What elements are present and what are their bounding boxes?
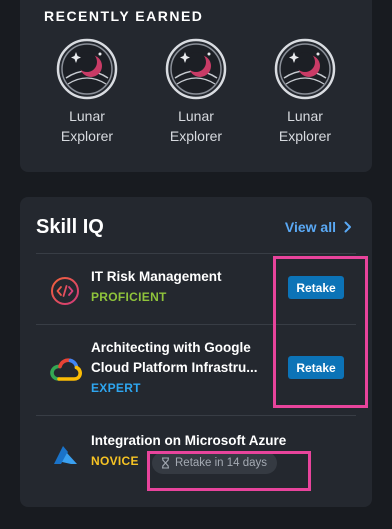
badge-item[interactable]: Lunar Explorer	[151, 38, 241, 146]
highlight-box	[273, 256, 368, 408]
lunar-explorer-badge-icon	[56, 38, 118, 100]
lunar-explorer-badge-icon	[274, 38, 336, 100]
skill-level-badge: EXPERT	[91, 381, 141, 395]
skill-level-badge: PROFICIENT	[91, 290, 167, 304]
recently-earned-card: RECENTLY EARNED Lunar Explorer Lunar Exp…	[20, 0, 372, 172]
badge-label: Lunar Explorer	[169, 108, 223, 144]
view-all-label: View all	[284, 219, 336, 235]
badge-item[interactable]: Lunar Explorer	[42, 38, 132, 146]
view-all-link[interactable]: View all	[285, 219, 352, 235]
skill-name: IT Risk Management	[91, 269, 222, 284]
badge-label: Lunar Explorer	[60, 108, 114, 144]
code-brackets-icon	[51, 277, 79, 305]
highlight-box	[147, 451, 311, 491]
chevron-right-icon	[344, 221, 351, 233]
google-cloud-icon	[50, 358, 82, 381]
skill-name: Integration on Microsoft Azure	[91, 433, 287, 448]
skill-iq-title: Skill IQ	[36, 216, 104, 238]
badge-label: Lunar Explorer	[278, 108, 332, 144]
skill-level-badge: NOVICE	[91, 454, 139, 468]
recently-earned-title: RECENTLY EARNED	[44, 8, 204, 24]
lunar-explorer-badge-icon	[165, 38, 227, 100]
badge-item[interactable]: Lunar Explorer	[260, 38, 350, 146]
microsoft-azure-icon	[54, 446, 77, 464]
